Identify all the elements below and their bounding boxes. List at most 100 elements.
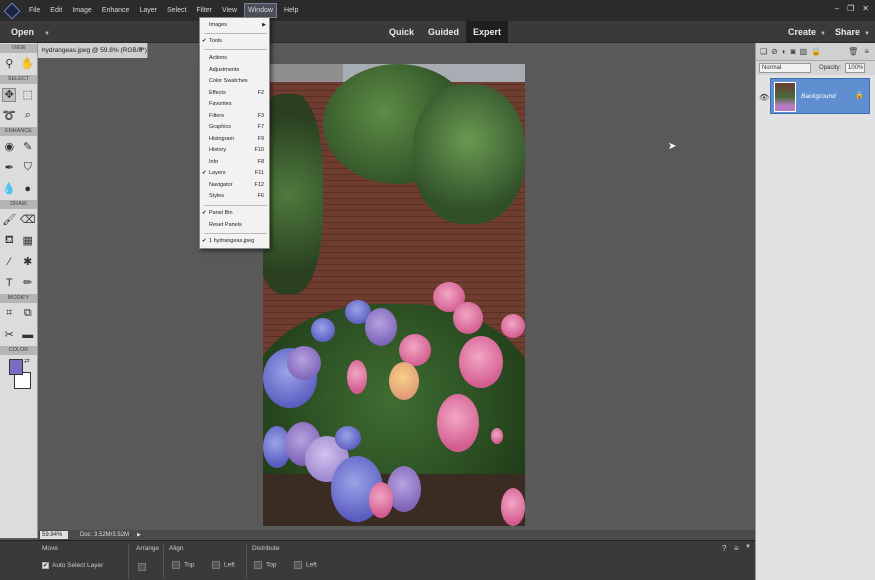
eyedropper-tool-icon[interactable]: ⁄ [2,255,16,269]
layer-row-background[interactable]: Background 🔒 [770,78,870,114]
blur-tool-icon[interactable]: 💧 [2,182,16,196]
distribute-top-button[interactable]: Top [254,561,276,569]
menu-item-color-swatches[interactable]: Color Swatches [200,76,269,87]
menu-item-history[interactable]: History F10 [200,145,269,156]
menu-item-layers[interactable]: ✔ Layers F11 [200,168,269,179]
marquee-tool-icon[interactable]: ⬚ [21,88,35,102]
menu-item-favorites[interactable]: Favorites [200,99,269,110]
chevron-down-icon: ▼ [44,31,50,37]
quick-selection-tool-icon[interactable]: ⌕ [21,109,35,123]
zoom-level[interactable]: 59.84% [40,531,68,539]
menu-item-tools[interactable]: ✔ Tools [200,36,269,47]
layers-panel-toolbar: ❏ ⊘ ◐ ◙ ▨ 🔒 🗑 ≡ [756,43,875,61]
blend-mode-select[interactable]: Normal [759,63,811,73]
spot-healing-tool-icon[interactable]: ✎ [21,140,35,154]
align-top-label: Top [184,561,195,569]
tab-guided[interactable]: Guided [421,21,466,43]
red-eye-tool-icon[interactable]: ◉ [2,140,16,154]
image-flower [459,336,503,388]
menu-item-styles[interactable]: Styles F6 [200,191,269,202]
menu-layer[interactable]: Layer [136,4,160,17]
menu-item-images[interactable]: Images ▶ [200,20,269,31]
menu-item-navigator[interactable]: Navigator F12 [200,180,269,191]
help-icon[interactable]: ? [722,544,726,553]
lasso-tool-icon[interactable]: ➰ [2,109,16,123]
clone-stamp-tool-icon[interactable]: ⛉ [21,161,35,175]
menu-item-effects[interactable]: Effects F2 [200,88,269,99]
menu-filter[interactable]: Filter [193,4,215,17]
options-menu-icon[interactable]: ≡ [734,544,739,553]
align-left-button[interactable]: Left [212,561,235,569]
new-group-icon[interactable]: ⊘ [771,47,778,56]
layer-name: Background [801,93,836,100]
new-layer-icon[interactable]: ❏ [760,47,767,56]
lock-pixels-icon[interactable]: ▨ [800,47,808,56]
chevron-down-icon: ▼ [864,31,870,37]
tab-quick[interactable]: Quick [382,21,421,43]
chevron-down-icon: ▼ [820,31,826,37]
distribute-top-label: Top [266,561,277,569]
content-aware-move-tool-icon[interactable]: ✂ [2,328,16,342]
open-button[interactable]: Open ▼ [11,27,50,37]
swap-colors-icon[interactable]: ⇄ [24,357,30,365]
menu-view[interactable]: View [219,4,240,17]
delete-layer-icon[interactable]: 🗑 [848,47,858,56]
zoom-tool-icon[interactable]: ⚲ [2,57,16,71]
gradient-tool-icon[interactable]: ▦ [21,234,35,248]
menu-item-reset-panels[interactable]: Reset Panels [200,220,269,231]
chevron-right-icon[interactable]: ▶ [137,532,141,538]
create-button[interactable]: Create ▼ [788,27,826,37]
minimize-icon[interactable]: – [835,4,839,13]
menu-edit[interactable]: Edit [47,4,65,17]
toolbox: VIEW ⚲ ✋ SELECT ✥ ⬚ ➰ ⌕ ENHANCE ◉ ✎ ✒ ⛉ … [0,43,38,538]
pencil-tool-icon[interactable]: ✏ [21,276,35,290]
menu-item-graphics[interactable]: Graphics F7 [200,122,269,133]
close-icon[interactable]: ✕ [862,4,869,13]
adjustment-layer-icon[interactable]: ◐ [782,47,787,56]
panel-menu-icon[interactable]: ≡ [864,47,869,56]
distribute-left-button[interactable]: Left [294,561,317,569]
menu-select[interactable]: Select [164,4,189,17]
sponge-tool-icon[interactable]: ● [21,182,35,196]
foreground-color-swatch[interactable] [9,359,23,375]
hand-tool-icon[interactable]: ✋ [21,57,35,71]
restore-icon[interactable]: ❐ [847,4,854,13]
lock-all-icon[interactable]: 🔒 [811,47,821,56]
opacity-input[interactable]: 100% [845,63,866,73]
align-left-icon [212,561,220,569]
arrange-icon[interactable] [138,563,150,571]
crop-tool-icon[interactable]: ⌗ [2,307,16,321]
menu-item-panel-bin[interactable]: ✔ Panel Bin [200,208,269,219]
menu-item-actions[interactable]: Actions [200,53,269,64]
share-button[interactable]: Share ▼ [835,27,870,37]
eraser-tool-icon[interactable]: ⌫ [20,213,36,227]
menu-enhance[interactable]: Enhance [99,4,133,17]
menu-item-adjustments[interactable]: Adjustments [200,65,269,76]
menu-file[interactable]: File [26,4,43,17]
chevron-down-icon[interactable]: ▼ [745,544,751,550]
align-top-button[interactable]: Top [172,561,194,569]
straighten-tool-icon[interactable]: ▬ [21,328,35,342]
check-icon: ✔ [202,210,207,216]
document-tab[interactable]: hydrangeas.jpeg @ 59.8% (RGB/8*) × [38,43,148,58]
tab-expert[interactable]: Expert [466,21,509,43]
recompose-tool-icon[interactable]: ⧉ [21,307,35,321]
menu-help[interactable]: Help [281,4,301,17]
custom-shape-tool-icon[interactable]: ✱ [21,255,35,269]
menu-window[interactable]: Window [244,3,277,18]
move-tool-icon[interactable]: ✥ [2,87,17,102]
menu-item-histogram[interactable]: Histogram F9 [200,134,269,145]
paint-bucket-tool-icon[interactable]: ⛾ [2,234,16,248]
menu-item-info[interactable]: Info F8 [200,157,269,168]
close-tab-icon[interactable]: × [139,46,143,53]
menu-image[interactable]: Image [69,4,94,17]
type-tool-icon[interactable]: T [2,276,16,290]
brush-tool-icon[interactable]: 🖌 [2,213,16,227]
document-image[interactable] [263,64,525,526]
mask-icon[interactable]: ◙ [791,47,796,56]
auto-select-layer-checkbox[interactable]: ✔ Auto Select Layer [42,562,103,569]
menu-item-filters[interactable]: Filters F3 [200,111,269,122]
smart-brush-tool-icon[interactable]: ✒ [2,161,16,175]
visibility-eye-icon[interactable]: 👁 [759,93,769,102]
menu-item-open-document[interactable]: ✔ 1 hydrangeas.jpeg [200,236,269,247]
